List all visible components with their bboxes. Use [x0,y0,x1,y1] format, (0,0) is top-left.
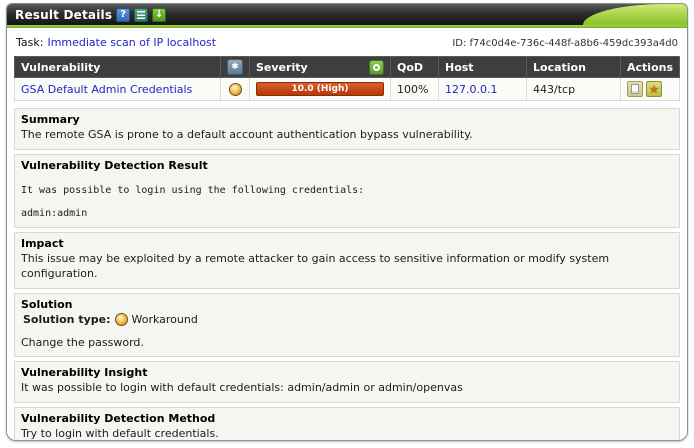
host-cell: 127.0.0.1 [439,78,527,101]
severity-bar: 10.0 (High) [256,82,384,96]
download-icon[interactable]: ↓ [152,8,166,22]
detection-method-body: Try to login with default credentials. [21,427,673,441]
task-link[interactable]: Immediate scan of IP localhost [47,36,216,49]
severity-header-label: Severity [256,61,308,74]
table-header-row: Vulnerability ✱ Severity QoD Host Locati… [15,57,680,78]
column-header-host: Host [439,57,527,78]
host-link[interactable]: 127.0.0.1 [445,83,497,96]
solution-type-label: Solution type: [23,313,111,326]
result-id: ID: f74c0d4e-736c-448f-a8b6-459dc393a4d0 [452,38,678,49]
result-row: GSA Default Admin Credentials 10.0 (High… [15,78,680,101]
actions-cell: ★ [621,78,680,101]
result-table: Vulnerability ✱ Severity QoD Host Locati… [14,56,680,101]
location-cell: 443/tcp [527,78,621,101]
qod-cell: 100% [391,78,439,101]
add-override-icon[interactable]: ★ [646,81,662,97]
solution-type-cell [221,78,250,101]
list-icon-lines [137,11,145,19]
section-title: Vulnerability Detection Method [21,412,673,425]
task-label: Task: [16,36,43,49]
column-header-location: Location [527,57,621,78]
task-row: Task: Immediate scan of IP localhost ID:… [14,33,680,56]
section-detection-result: Vulnerability Detection Result It was po… [14,154,680,228]
section-insight: Vulnerability Insight It was possible to… [14,361,680,403]
page-title: Result Details [15,8,112,22]
workaround-icon [115,313,128,326]
toggle-overrides-icon[interactable] [369,60,384,75]
section-impact: Impact This issue may be exploited by a … [14,232,680,289]
solution-type-column-icon: ✱ [227,59,243,75]
severity-cell: 10.0 (High) [250,78,391,101]
workaround-icon [229,83,242,96]
vulnerability-link[interactable]: GSA Default Admin Credentials [21,83,192,96]
overrides-ring [373,64,380,71]
green-swoosh-decoration [583,4,687,25]
section-solution: Solution Solution type: Workaround Chang… [14,293,680,358]
section-title: Summary [21,113,673,126]
content-area: Task: Immediate scan of IP localhost ID:… [7,28,687,441]
result-details-window: Result Details ? ↓ Task: Immediate scan … [6,3,688,441]
vulnerability-cell: GSA Default Admin Credentials [15,78,221,101]
detection-result-line2: admin:admin [21,207,673,221]
list-icon[interactable] [134,8,148,22]
section-summary: Summary The remote GSA is prone to a def… [14,108,680,150]
solution-body: Change the password. [21,336,673,351]
column-header-solution-type: ✱ [221,57,250,78]
column-header-qod: QoD [391,57,439,78]
add-note-icon[interactable] [627,81,643,97]
section-detection-method: Vulnerability Detection Method Try to lo… [14,407,680,441]
section-body: This issue may be exploited by a remote … [21,252,673,282]
column-header-vulnerability: Vulnerability [15,57,221,78]
section-body: It was possible to login with default cr… [21,381,673,396]
solution-type-row: Solution type: Workaround [23,313,673,326]
section-body: The remote GSA is prone to a default acc… [21,128,673,143]
severity-value: 10.0 (High) [291,84,348,94]
column-header-actions: Actions [621,57,680,78]
column-header-severity: Severity [250,57,391,78]
note-sheet [631,84,639,94]
detail-sections: Summary The remote GSA is prone to a def… [14,108,680,441]
help-icon[interactable]: ? [116,8,130,22]
detection-result-line1: It was possible to login using the follo… [21,184,673,198]
section-title: Solution [21,298,673,311]
section-title: Vulnerability Insight [21,366,673,379]
section-title: Vulnerability Detection Result [21,159,673,172]
section-title: Impact [21,237,673,250]
solution-type-value: Workaround [132,313,198,326]
titlebar: Result Details ? ↓ [7,4,687,25]
